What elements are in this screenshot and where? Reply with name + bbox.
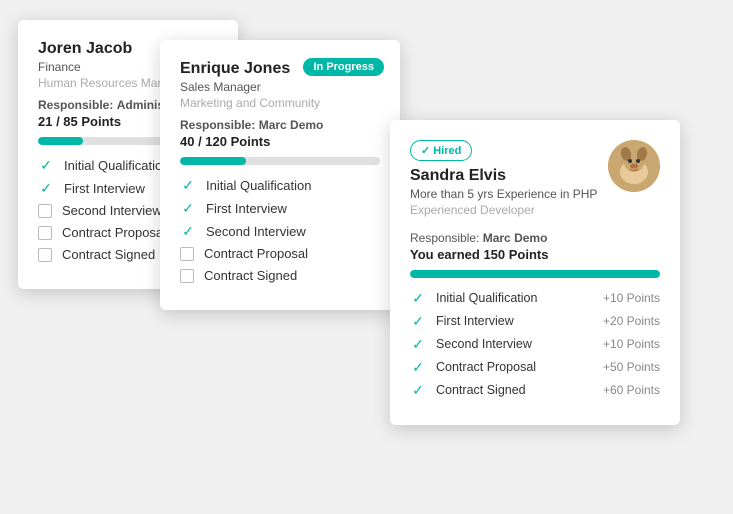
item-label: Contract Proposal bbox=[436, 360, 536, 374]
list-item: ✓ Contract Signed +60 Points bbox=[410, 382, 660, 398]
card3-dept: Experienced Developer bbox=[410, 203, 597, 217]
item-label: Second Interview bbox=[206, 224, 306, 239]
card2-dept: Marketing and Community bbox=[180, 96, 380, 110]
check-icon: ✓ bbox=[180, 177, 196, 193]
item-label: First Interview bbox=[64, 181, 145, 196]
card-enrique: In Progress Enrique Jones Sales Manager … bbox=[160, 40, 400, 310]
list-item: ✓ Contract Proposal +50 Points bbox=[410, 359, 660, 375]
check-icon: ✓ bbox=[180, 200, 196, 216]
points-label: +10 Points bbox=[603, 291, 660, 305]
points-label: +50 Points bbox=[603, 360, 660, 374]
item-label: Initial Qualification bbox=[64, 158, 170, 173]
check-icon: ✓ bbox=[410, 290, 426, 306]
item-left: ✓ Contract Signed bbox=[410, 382, 526, 398]
list-item: ✓ First Interview +20 Points bbox=[410, 313, 660, 329]
card1-responsible-label: Responsible: bbox=[38, 98, 113, 112]
card3-info: ✓ Hired Sandra Elvis More than 5 yrs Exp… bbox=[410, 140, 597, 225]
check-icon: ✓ bbox=[38, 180, 54, 196]
list-item: Contract Signed bbox=[180, 268, 380, 283]
card2-responsible-label: Responsible: bbox=[180, 118, 255, 132]
card3-name: Sandra Elvis bbox=[410, 167, 597, 185]
item-label: First Interview bbox=[206, 201, 287, 216]
points-label: +10 Points bbox=[603, 337, 660, 351]
item-left: ✓ Contract Proposal bbox=[410, 359, 536, 375]
card2-progress-bar-fill bbox=[180, 157, 246, 165]
card2-checklist: ✓ Initial Qualification ✓ First Intervie… bbox=[180, 177, 380, 283]
card2-responsible: Responsible: Marc Demo bbox=[180, 118, 380, 132]
item-left: ✓ Initial Qualification bbox=[410, 290, 537, 306]
item-label: Initial Qualification bbox=[206, 178, 312, 193]
check-empty-icon bbox=[180, 269, 194, 283]
check-icon: ✓ bbox=[410, 336, 426, 352]
card2-responsible-value: Marc Demo bbox=[259, 118, 324, 132]
card-sandra: ✓ Hired Sandra Elvis More than 5 yrs Exp… bbox=[390, 120, 680, 425]
card3-responsible: Responsible: Marc Demo bbox=[410, 231, 660, 245]
list-item: ✓ Second Interview bbox=[180, 223, 380, 239]
list-item: ✓ Second Interview +10 Points bbox=[410, 336, 660, 352]
item-label: Contract Signed bbox=[436, 383, 526, 397]
item-label: Second Interview bbox=[62, 203, 162, 218]
check-icon: ✓ bbox=[410, 359, 426, 375]
item-left: ✓ First Interview bbox=[410, 313, 514, 329]
avatar bbox=[608, 140, 660, 192]
card3-badge: ✓ Hired bbox=[410, 140, 472, 161]
list-item: ✓ First Interview bbox=[180, 200, 380, 216]
card2-role: Sales Manager bbox=[180, 80, 380, 94]
card3-responsible-value: Marc Demo bbox=[483, 231, 548, 245]
check-icon: ✓ bbox=[38, 157, 54, 173]
item-left: ✓ Second Interview bbox=[410, 336, 532, 352]
card3-header: ✓ Hired Sandra Elvis More than 5 yrs Exp… bbox=[410, 140, 660, 225]
check-icon: ✓ bbox=[410, 382, 426, 398]
item-label: Contract Proposal bbox=[62, 225, 166, 240]
card3-earned: You earned 150 Points bbox=[410, 247, 660, 262]
item-label: Contract Proposal bbox=[204, 246, 308, 261]
points-label: +20 Points bbox=[603, 314, 660, 328]
card2-badge: In Progress bbox=[303, 58, 384, 76]
item-label: Second Interview bbox=[436, 337, 532, 351]
item-label: First Interview bbox=[436, 314, 514, 328]
check-empty-icon bbox=[38, 248, 52, 262]
list-item: ✓ Initial Qualification bbox=[180, 177, 380, 193]
card2-progress-bar-bg bbox=[180, 157, 380, 165]
check-icon: ✓ bbox=[410, 313, 426, 329]
item-label: Contract Signed bbox=[204, 268, 297, 283]
item-label: Initial Qualification bbox=[436, 291, 537, 305]
check-icon: ✓ bbox=[180, 223, 196, 239]
card1-progress-bar-fill bbox=[38, 137, 83, 145]
card3-progress-bar-bg bbox=[410, 270, 660, 278]
list-item: Contract Proposal bbox=[180, 246, 380, 261]
card2-points: 40 / 120 Points bbox=[180, 134, 380, 149]
card3-role: More than 5 yrs Experience in PHP bbox=[410, 187, 597, 201]
card3-progress-bar-fill bbox=[410, 270, 660, 278]
card3-checklist: ✓ Initial Qualification +10 Points ✓ Fir… bbox=[410, 290, 660, 398]
card3-responsible-label: Responsible: bbox=[410, 231, 479, 245]
check-empty-icon bbox=[38, 204, 52, 218]
check-empty-icon bbox=[180, 247, 194, 261]
points-label: +60 Points bbox=[603, 383, 660, 397]
list-item: ✓ Initial Qualification +10 Points bbox=[410, 290, 660, 306]
item-label: Contract Signed bbox=[62, 247, 155, 262]
check-empty-icon bbox=[38, 226, 52, 240]
